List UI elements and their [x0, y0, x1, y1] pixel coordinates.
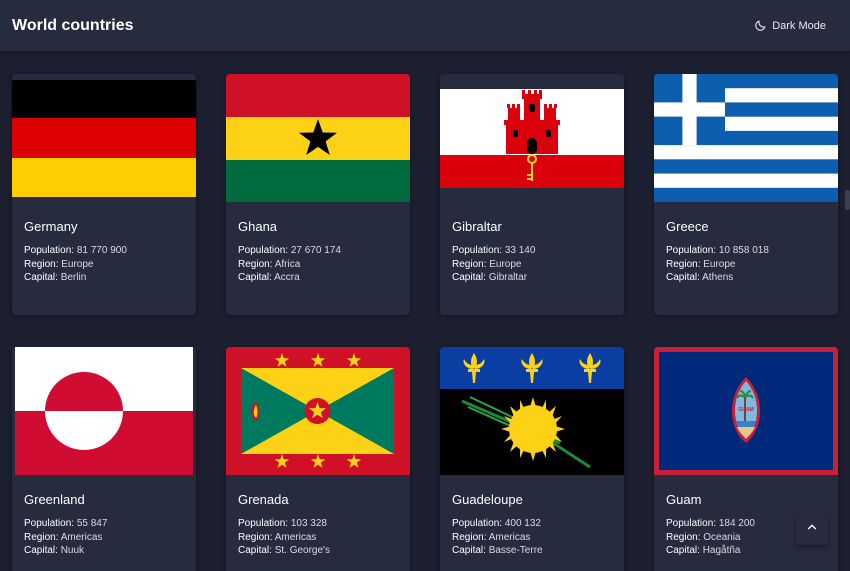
- country-card-greenland[interactable]: Greenland Population: 55 847 Region: Ame…: [12, 347, 196, 571]
- capital-value: Berlin: [60, 272, 87, 283]
- capital-value: St. George's: [274, 545, 330, 556]
- page-title: World countries: [12, 16, 134, 34]
- population-value: 27 670 174: [290, 245, 341, 256]
- country-card-guadeloupe[interactable]: Guadeloupe Population: 400 132 Region: A…: [440, 347, 624, 571]
- country-card-germany[interactable]: Germany Population: 81 770 900 Region: E…: [12, 74, 196, 315]
- region-value: Americas: [488, 531, 531, 543]
- scrollbar-thumb[interactable]: [845, 190, 850, 210]
- country-details: Population: 10 858 018 Region: Europe Ca…: [666, 245, 769, 283]
- country-details: Population: 103 328 Region: Americas Cap…: [238, 518, 330, 556]
- dark-mode-label: Dark Mode: [772, 19, 826, 32]
- country-details: Population: 400 132 Region: Americas Cap…: [452, 518, 543, 556]
- country-card-grenada[interactable]: Grenada Population: 103 328 Region: Amer…: [226, 347, 410, 571]
- country-details: Population: 27 670 174 Region: Africa Ca…: [238, 245, 341, 283]
- capital-value: Nuuk: [60, 545, 85, 556]
- region-value: Oceania: [703, 531, 741, 543]
- country-card-ghana[interactable]: Ghana Population: 27 670 174 Region: Afr…: [226, 74, 410, 315]
- population-value: 33 140: [504, 245, 536, 256]
- region-value: Americas: [60, 531, 103, 543]
- flag-greenland: [12, 347, 196, 475]
- moon-icon: [754, 19, 767, 32]
- chevron-up-icon: [805, 520, 819, 539]
- country-name: Greenland: [24, 492, 85, 507]
- dark-mode-toggle[interactable]: Dark Mode: [754, 19, 826, 32]
- country-details: Population: 55 847 Region: Americas Capi…: [24, 518, 108, 556]
- capital-value: Accra: [274, 272, 300, 283]
- country-name: Gibraltar: [452, 219, 502, 234]
- capital-value: Gibraltar: [488, 272, 528, 283]
- region-value: Europe: [489, 258, 522, 270]
- capital-value: Hagåtña: [702, 545, 741, 556]
- population-value: 55 847: [76, 518, 108, 529]
- flag-gibraltar: [440, 74, 624, 202]
- country-card-greece[interactable]: Greece Population: 10 858 018 Region: Eu…: [654, 74, 838, 315]
- country-card-gibraltar[interactable]: Gibraltar Population: 33 140 Region: Eur…: [440, 74, 624, 315]
- country-details: Population: 184 200 Region: Oceania Capi…: [666, 518, 755, 556]
- scroll-to-top-button[interactable]: [796, 513, 828, 545]
- population-value: 184 200: [718, 518, 755, 529]
- country-name: Guam: [666, 492, 702, 507]
- country-details: Population: 81 770 900 Region: Europe Ca…: [24, 245, 127, 283]
- svg-text:GUAM: GUAM: [738, 407, 753, 413]
- capital-value: Athens: [702, 272, 734, 283]
- capital-value: Basse-Terre: [488, 545, 543, 556]
- flag-grenada: [226, 347, 410, 475]
- region-value: Europe: [703, 258, 736, 270]
- app-header: World countries Dark Mode: [0, 0, 850, 51]
- flag-ghana: [226, 74, 410, 202]
- flag-guadeloupe: [440, 347, 624, 475]
- country-name: Grenada: [238, 492, 289, 507]
- region-value: Europe: [61, 258, 94, 270]
- country-name: Guadeloupe: [452, 492, 523, 507]
- population-value: 103 328: [290, 518, 327, 529]
- country-details: Population: 33 140 Region: Europe Capita…: [452, 245, 536, 283]
- region-value: Africa: [274, 258, 301, 270]
- population-value: 81 770 900: [76, 245, 127, 256]
- country-name: Ghana: [238, 219, 278, 234]
- flag-guam: GUAM: [654, 347, 838, 475]
- country-name: Germany: [24, 219, 78, 234]
- region-value: Americas: [274, 531, 317, 543]
- flag-germany: [12, 74, 196, 202]
- population-value: 400 132: [504, 518, 541, 529]
- population-value: 10 858 018: [718, 245, 769, 256]
- country-name: Greece: [666, 219, 709, 234]
- flag-greece: [654, 74, 838, 202]
